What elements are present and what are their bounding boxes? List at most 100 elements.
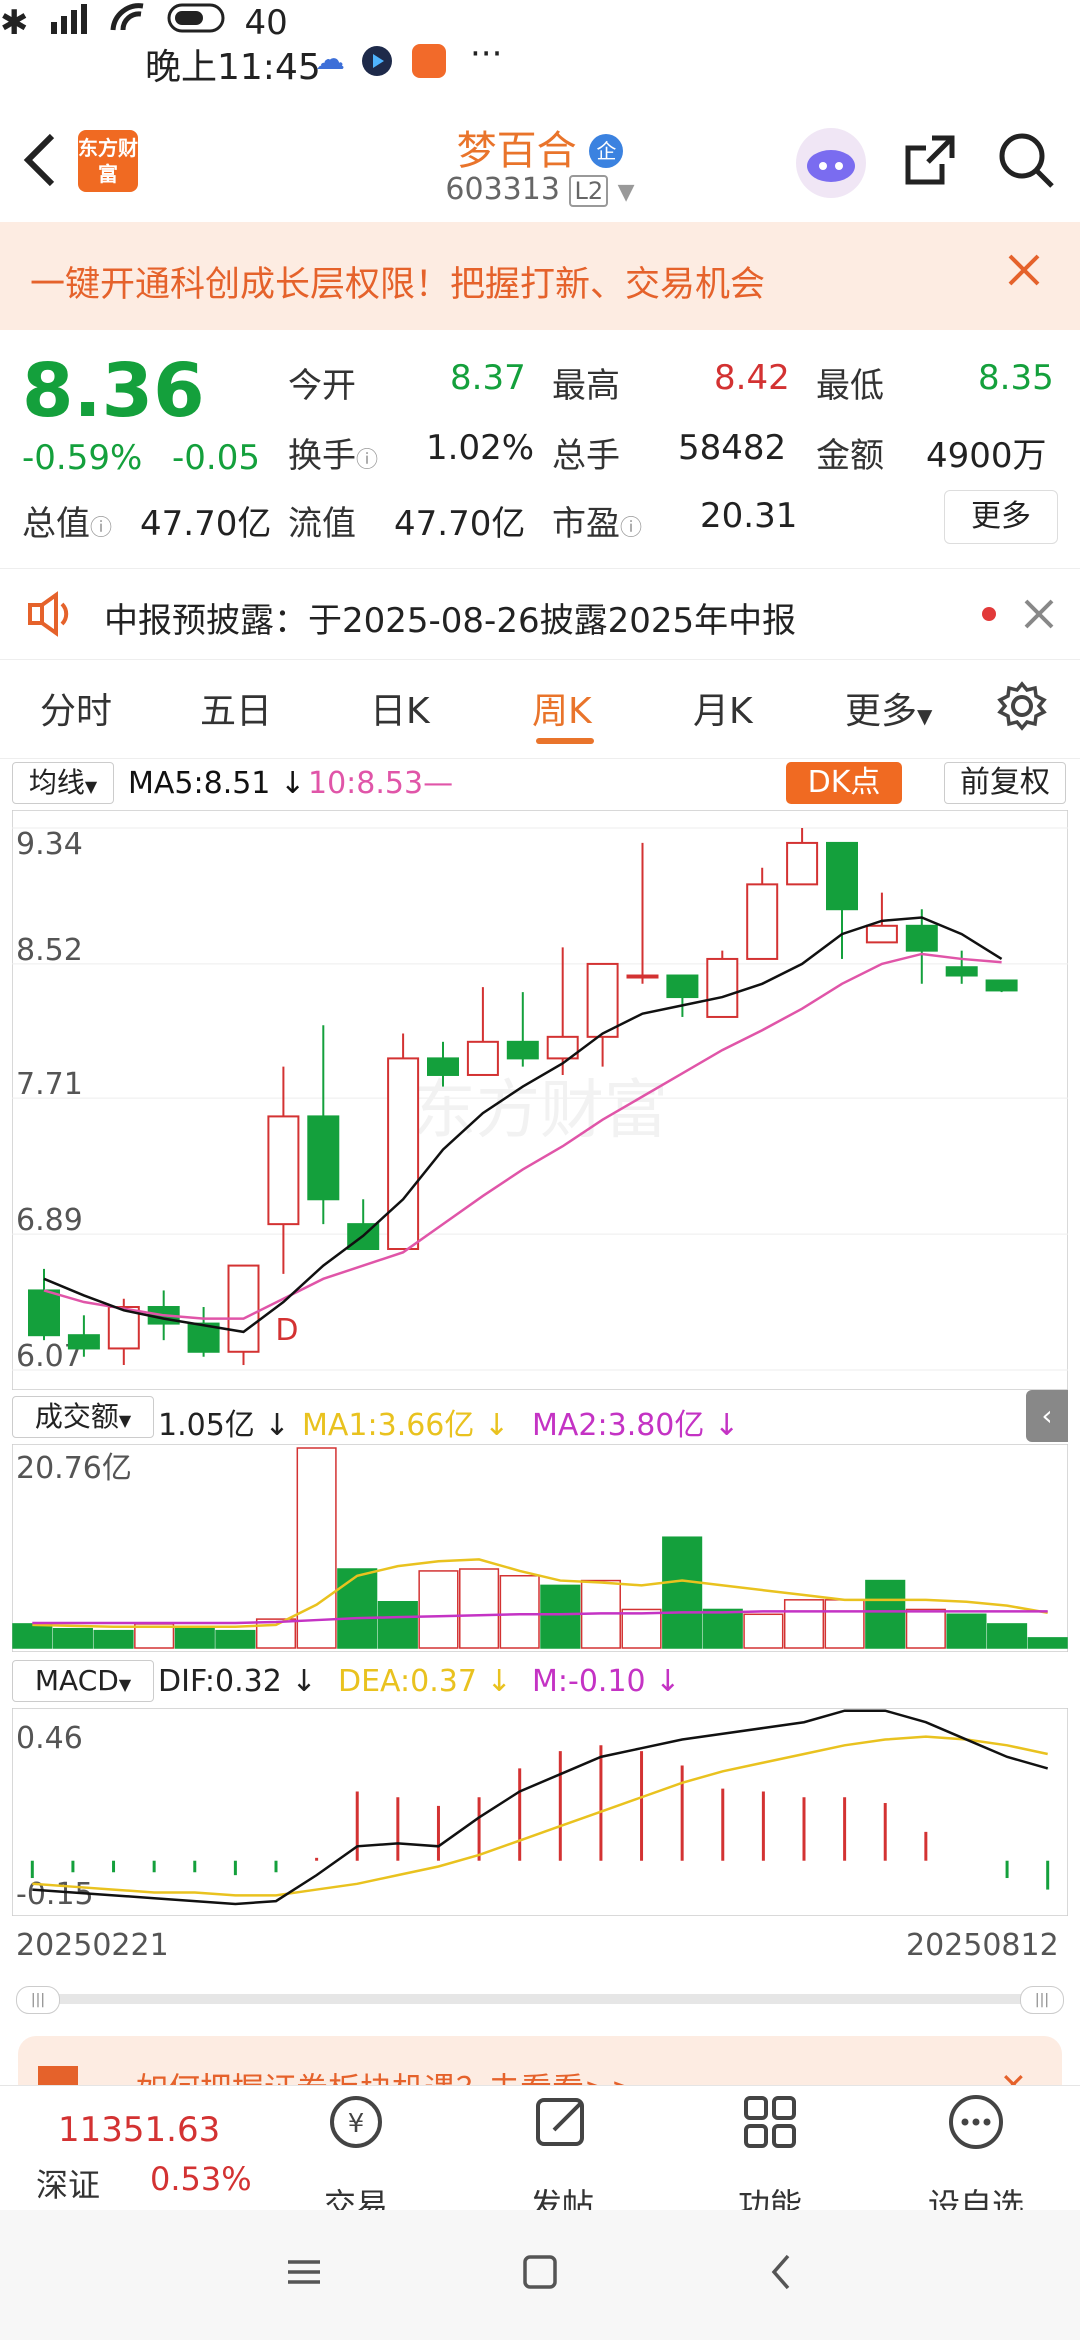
bluetooth-icon: ✱ — [0, 2, 29, 43]
dk-point-button[interactable]: DK点 — [786, 762, 902, 804]
tab-intraday[interactable]: 分时 — [40, 682, 112, 734]
dropdown-icon: ▼ — [617, 180, 635, 205]
range-handle-right[interactable]: ||| — [1020, 1986, 1064, 2014]
y-tick-label: 7.71 — [16, 1067, 83, 1102]
more-button[interactable]: 更多 — [944, 490, 1058, 544]
high-value: 8.42 — [714, 358, 790, 398]
stock-code: 603313 — [445, 172, 560, 207]
pe-value: 20.31 — [700, 496, 798, 536]
volume-bar — [783, 1599, 825, 1649]
divider — [0, 758, 1080, 759]
high-label: 最高 — [552, 366, 620, 406]
candle-body — [706, 957, 739, 1018]
level-badge: L2 — [569, 175, 609, 207]
open-label: 今开 — [288, 366, 356, 406]
macd-selector[interactable]: MACD▼ — [12, 1660, 154, 1702]
more-notifications: ··· — [470, 34, 503, 74]
tab-daily-k[interactable]: 日K — [370, 682, 430, 734]
candle-body — [427, 1057, 459, 1076]
candle-body — [67, 1334, 100, 1350]
candle-body — [506, 1040, 539, 1060]
promo-banner[interactable]: 一键开通科创成长层权限！把握打新、交易机会 — [0, 222, 1080, 330]
turnover-value: 1.02% — [426, 428, 535, 468]
status-bar: 晚上11:45 ☁ ··· ✱ 40 — [0, 0, 1080, 120]
active-tab-indicator — [536, 738, 594, 744]
candle-body — [666, 974, 699, 999]
stock-title: 梦百合 — [456, 128, 577, 174]
low-label: 最低 — [816, 366, 884, 406]
candle-body — [626, 974, 659, 979]
volume-bar — [296, 1447, 337, 1649]
info-icon[interactable]: ⓘ — [356, 448, 378, 473]
x-axis-start: 20250221 — [16, 1928, 169, 1963]
amount-value: 4900万 — [926, 436, 1047, 476]
candle-body — [746, 883, 779, 960]
current-price: 8.36 — [22, 348, 205, 434]
info-icon[interactable]: ⓘ — [90, 516, 112, 541]
grid-icon — [740, 2092, 800, 2156]
candle-body — [227, 1264, 260, 1353]
app-notification-icon — [412, 44, 446, 78]
close-icon[interactable] — [1004, 250, 1044, 294]
y-tick-label: 8.52 — [16, 933, 83, 968]
candle-body — [945, 966, 978, 977]
notice-bar[interactable]: 中报预披露：于2025-08-26披露2025年中报 — [0, 568, 1080, 660]
index-value[interactable]: 11351.63 — [58, 2110, 220, 2150]
volume-bar — [987, 1623, 1028, 1649]
collapse-panel-button[interactable]: ‹ — [1026, 1390, 1068, 1442]
volume-bar — [865, 1579, 906, 1649]
candle-body — [28, 1289, 60, 1337]
wifi-icon — [109, 0, 149, 45]
back-nav-icon[interactable] — [764, 2252, 800, 2296]
macd-top-tick: 0.46 — [16, 1721, 83, 1756]
menu-icon[interactable] — [286, 2254, 322, 2294]
float-cap-value: 47.70亿 — [394, 504, 526, 544]
macd-chart[interactable]: 0.46 -0.15 — [12, 1708, 1068, 1916]
unread-dot — [982, 607, 996, 621]
change-amount: -0.05 — [172, 438, 260, 478]
d-marker: D — [275, 1313, 298, 1348]
volume-bar — [215, 1629, 256, 1649]
volume-bar — [824, 1599, 865, 1649]
market-cap-label: 总值ⓘ — [22, 504, 113, 544]
adjust-button[interactable]: 前复权 — [944, 762, 1066, 804]
tab-weekly-k[interactable]: 周K — [532, 682, 592, 734]
volume-selector[interactable]: 成交额▼ — [12, 1396, 154, 1438]
assistant-avatar[interactable] — [796, 128, 866, 198]
pe-label: 市盈ⓘ — [552, 504, 643, 544]
candle-body — [466, 1040, 499, 1076]
candle-body — [905, 924, 938, 952]
y-tick-label: 6.89 — [16, 1203, 83, 1238]
gear-icon[interactable] — [996, 680, 1048, 736]
float-cap-label: 流值 — [288, 504, 356, 544]
tab-five-day[interactable]: 五日 — [200, 682, 272, 734]
index-name[interactable]: 深证 — [36, 2160, 100, 2206]
candlestick-chart[interactable]: 9.348.527.716.896.07东方财富D — [12, 810, 1068, 1390]
search-icon[interactable] — [996, 130, 1056, 194]
range-handle-left[interactable]: ||| — [16, 1986, 60, 2014]
edit-post-icon — [532, 2092, 592, 2156]
tab-more[interactable]: 更多▼ — [845, 682, 932, 734]
change-percent: -0.59% — [22, 438, 143, 478]
macd-m: M:-0.10 ↓ — [532, 1664, 681, 1699]
volume-bar — [662, 1536, 703, 1649]
speaker-icon — [26, 589, 76, 643]
volume-ma2: MA2:3.80亿 ↓ — [532, 1408, 740, 1443]
volume-bar — [946, 1613, 987, 1649]
volume-chart[interactable]: 20.76亿 — [12, 1444, 1068, 1652]
tab-monthly-k[interactable]: 月K — [693, 682, 753, 734]
candle-body — [307, 1115, 340, 1201]
cloud-icon: ☁ — [315, 42, 345, 77]
volume-bar — [540, 1584, 581, 1649]
home-icon[interactable] — [522, 2254, 558, 2294]
index-change[interactable]: 0.53% — [150, 2160, 252, 2198]
ma-selector[interactable]: 均线▼ — [12, 762, 114, 804]
range-slider-track[interactable] — [30, 1994, 1044, 2004]
volume-current: 1.05亿 ↓ — [158, 1408, 290, 1443]
close-icon[interactable] — [1022, 597, 1056, 635]
info-icon[interactable]: ⓘ — [620, 516, 642, 541]
candle-body — [865, 924, 898, 944]
share-icon[interactable] — [902, 132, 958, 192]
svg-text:¥: ¥ — [348, 2109, 365, 2139]
signal-icon — [47, 0, 91, 45]
